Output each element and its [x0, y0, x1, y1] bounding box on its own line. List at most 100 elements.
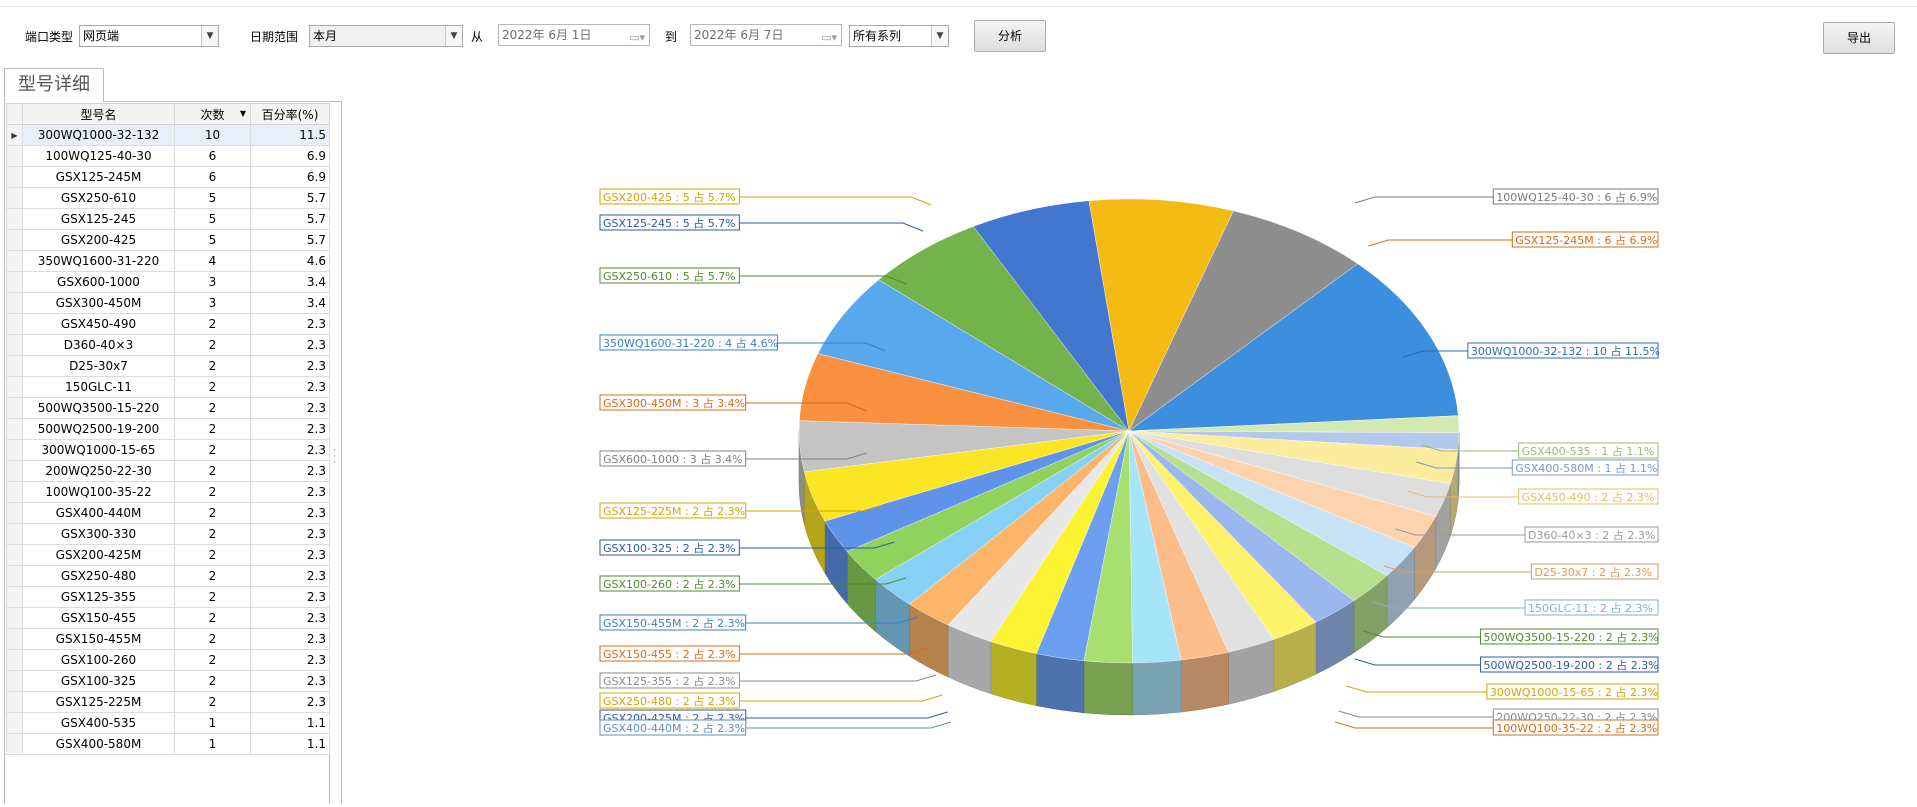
row-indicator[interactable]: [7, 398, 23, 419]
cell-percent[interactable]: 5.7: [251, 209, 330, 230]
calendar-icon[interactable]: ▭▾: [821, 28, 837, 48]
row-indicator[interactable]: [7, 377, 23, 398]
row-indicator[interactable]: [7, 209, 23, 230]
calendar-icon[interactable]: ▭▾: [629, 28, 645, 48]
row-indicator[interactable]: [7, 503, 23, 524]
column-header-count[interactable]: 次数▼: [175, 104, 251, 125]
cell-count[interactable]: 5: [175, 230, 251, 251]
table-row[interactable]: GSX250-61055.7: [7, 188, 330, 209]
cell-percent[interactable]: 1.1: [251, 734, 330, 755]
row-indicator[interactable]: [7, 167, 23, 188]
cell-count[interactable]: 2: [175, 314, 251, 335]
table-row[interactable]: 500WQ3500-15-22022.3: [7, 398, 330, 419]
chevron-down-icon[interactable]: ▼: [445, 26, 462, 46]
chevron-down-icon[interactable]: ▼: [931, 26, 948, 46]
pie-label[interactable]: 300WQ1000-15-65 : 2 占 2.3%: [1487, 684, 1658, 699]
table-row[interactable]: 100WQ125-40-3066.9: [7, 146, 330, 167]
cell-model-name[interactable]: GSX125-245: [23, 209, 175, 230]
cell-model-name[interactable]: GSX450-490: [23, 314, 175, 335]
pie-label[interactable]: 500WQ3500-15-220 : 2 占 2.3%: [1481, 629, 1659, 644]
row-indicator[interactable]: [7, 314, 23, 335]
column-header-model[interactable]: 型号名: [23, 104, 175, 125]
pie-label[interactable]: GSX125-245 : 5 占 5.7%: [600, 215, 739, 230]
row-indicator[interactable]: [7, 524, 23, 545]
table-row[interactable]: GSX450-49022.3: [7, 314, 330, 335]
cell-percent[interactable]: 2.3: [251, 482, 330, 503]
cell-count[interactable]: 6: [175, 167, 251, 188]
column-header-percent[interactable]: 百分率(%): [251, 104, 330, 125]
cell-count[interactable]: 2: [175, 440, 251, 461]
cell-count[interactable]: 5: [175, 209, 251, 230]
cell-count[interactable]: 2: [175, 566, 251, 587]
cell-percent[interactable]: 2.3: [251, 524, 330, 545]
pie-label[interactable]: GSX125-225M : 2 占 2.3%: [600, 503, 746, 518]
row-indicator[interactable]: [7, 587, 23, 608]
pie-label[interactable]: D25-30x7 : 2 占 2.3%: [1531, 564, 1658, 579]
cell-percent[interactable]: 5.7: [251, 230, 330, 251]
cell-percent[interactable]: 3.4: [251, 293, 330, 314]
table-row[interactable]: GSX150-45522.3: [7, 608, 330, 629]
table-row[interactable]: D360-40×322.3: [7, 335, 330, 356]
cell-model-name[interactable]: GSX200-425M: [23, 545, 175, 566]
row-indicator[interactable]: [7, 545, 23, 566]
row-indicator[interactable]: [7, 230, 23, 251]
port-type-select[interactable]: 网页端 ▼: [79, 25, 219, 47]
row-indicator[interactable]: [7, 356, 23, 377]
cell-percent[interactable]: 2.3: [251, 671, 330, 692]
cell-count[interactable]: 10: [175, 125, 251, 146]
row-indicator[interactable]: [7, 482, 23, 503]
export-button[interactable]: 导出: [1823, 22, 1895, 54]
pie-label[interactable]: GSX400-580M : 1 占 1.1%: [1512, 460, 1658, 475]
cell-model-name[interactable]: GSX200-425: [23, 230, 175, 251]
cell-count[interactable]: 2: [175, 461, 251, 482]
row-indicator[interactable]: [7, 692, 23, 713]
cell-model-name[interactable]: GSX600-1000: [23, 272, 175, 293]
cell-percent[interactable]: 6.9: [251, 146, 330, 167]
pie-label[interactable]: GSX125-355 : 2 占 2.3%: [600, 673, 739, 688]
cell-model-name[interactable]: GSX400-580M: [23, 734, 175, 755]
pie-label[interactable]: GSX250-480 : 2 占 2.3%: [600, 693, 739, 708]
date-to-picker[interactable]: 2022年 6月 7日 ▭▾: [690, 24, 842, 46]
pie-label[interactable]: D360-40×3 : 2 占 2.3%: [1525, 527, 1658, 542]
table-row[interactable]: GSX200-42555.7: [7, 230, 330, 251]
cell-count[interactable]: 2: [175, 524, 251, 545]
table-row[interactable]: GSX100-26022.3: [7, 650, 330, 671]
table-row[interactable]: 300WQ1000-15-6522.3: [7, 440, 330, 461]
cell-model-name[interactable]: GSX100-260: [23, 650, 175, 671]
table-row[interactable]: GSX400-440M22.3: [7, 503, 330, 524]
cell-model-name[interactable]: 100WQ125-40-30: [23, 146, 175, 167]
cell-model-name[interactable]: 300WQ1000-32-132: [23, 125, 175, 146]
row-indicator[interactable]: [7, 566, 23, 587]
row-indicator[interactable]: [7, 419, 23, 440]
cell-model-name[interactable]: D25-30x7: [23, 356, 175, 377]
table-row[interactable]: GSX400-580M11.1: [7, 734, 330, 755]
pie-label[interactable]: 150GLC-11 : 2 占 2.3%: [1525, 600, 1658, 615]
cell-count[interactable]: 2: [175, 356, 251, 377]
cell-percent[interactable]: 2.3: [251, 314, 330, 335]
cell-count[interactable]: 2: [175, 650, 251, 671]
table-row[interactable]: 150GLC-1122.3: [7, 377, 330, 398]
pie-label[interactable]: GSX100-260 : 2 占 2.3%: [600, 576, 739, 591]
table-row[interactable]: GSX125-245M66.9: [7, 167, 330, 188]
cell-percent[interactable]: 2.3: [251, 440, 330, 461]
row-indicator[interactable]: [7, 671, 23, 692]
cell-count[interactable]: 3: [175, 293, 251, 314]
cell-model-name[interactable]: GSX300-450M: [23, 293, 175, 314]
chevron-down-icon[interactable]: ▼: [201, 26, 218, 46]
row-indicator[interactable]: [7, 629, 23, 650]
cell-percent[interactable]: 2.3: [251, 398, 330, 419]
pie-label[interactable]: GSX450-490 : 2 占 2.3%: [1519, 489, 1658, 504]
table-row[interactable]: GSX600-100033.4: [7, 272, 330, 293]
pie-label[interactable]: GSX300-450M : 3 占 3.4%: [600, 395, 746, 410]
table-row[interactable]: GSX300-33022.3: [7, 524, 330, 545]
cell-model-name[interactable]: GSX250-610: [23, 188, 175, 209]
cell-percent[interactable]: 11.5: [251, 125, 330, 146]
pie-label[interactable]: 100WQ125-40-30 : 6 占 6.9%: [1493, 189, 1658, 204]
cell-model-name[interactable]: 100WQ100-35-22: [23, 482, 175, 503]
cell-percent[interactable]: 6.9: [251, 167, 330, 188]
cell-percent[interactable]: 2.3: [251, 419, 330, 440]
pie-label[interactable]: GSX400-535 : 1 占 1.1%: [1519, 443, 1658, 458]
row-indicator[interactable]: [7, 293, 23, 314]
cell-model-name[interactable]: GSX150-455: [23, 608, 175, 629]
cell-percent[interactable]: 2.3: [251, 629, 330, 650]
